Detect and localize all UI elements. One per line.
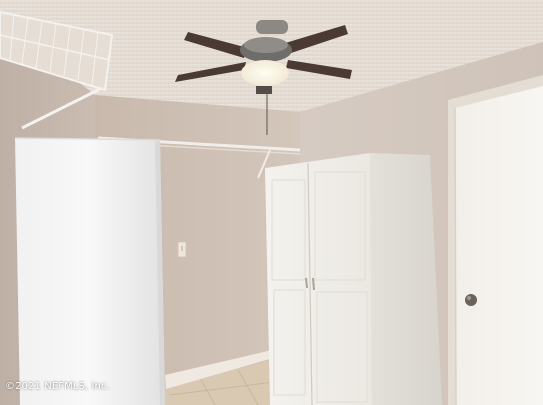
interior-door <box>448 75 543 405</box>
door-knob <box>465 294 477 306</box>
wardrobe-cabinet <box>265 153 442 405</box>
fan-light <box>241 60 289 86</box>
room-photo: ©2021 NEFMLS, Inc. <box>0 0 543 405</box>
room-scene <box>0 0 543 405</box>
copyright-watermark: ©2021 NEFMLS, Inc. <box>5 381 110 392</box>
refrigerator <box>14 137 165 405</box>
